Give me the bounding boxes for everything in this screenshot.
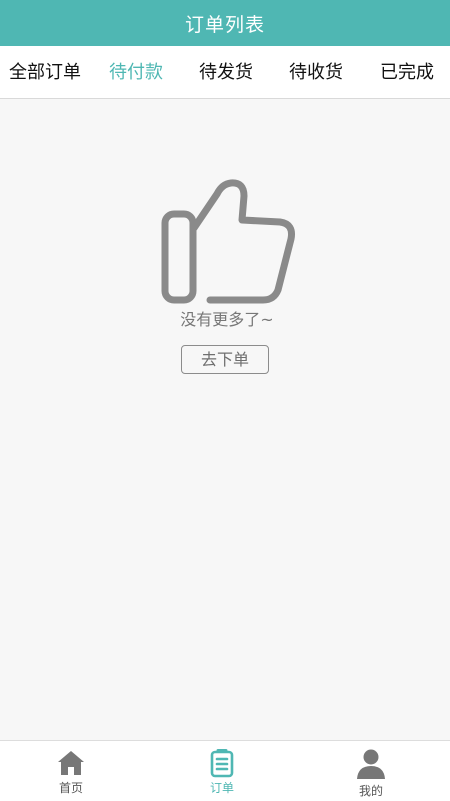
nav-label-orders: 订单	[209, 781, 234, 795]
tab-pending-shipment[interactable]: 待发货	[199, 61, 253, 85]
nav-label-profile: 我的	[358, 784, 383, 798]
nav-item-orders[interactable]: 订单	[145, 741, 295, 801]
nav-item-profile[interactable]: 我的	[296, 741, 446, 801]
order-status-tabs: 全部订单 待付款 待发货 待收货 已完成	[0, 46, 450, 99]
tab-pending-payment[interactable]: 待付款	[109, 61, 163, 85]
go-order-button[interactable]: 去下单	[181, 345, 269, 374]
nav-label-home: 首页	[58, 781, 83, 795]
page-title: 订单列表	[184, 13, 265, 36]
tab-completed[interactable]: 已完成	[380, 61, 434, 85]
nav-item-home[interactable]: 首页	[0, 741, 150, 801]
tab-all-orders[interactable]: 全部订单	[9, 61, 81, 85]
thumbs-up-icon	[158, 176, 298, 310]
home-icon	[56, 748, 86, 778]
empty-message: 没有更多了~	[180, 310, 274, 329]
tab-pending-receipt[interactable]: 待收货	[289, 61, 343, 85]
bottom-navigation: 首页 订单 我的	[0, 740, 450, 801]
order-list-icon	[207, 748, 237, 778]
app-header: 订单列表	[0, 0, 450, 46]
user-icon	[356, 748, 386, 779]
